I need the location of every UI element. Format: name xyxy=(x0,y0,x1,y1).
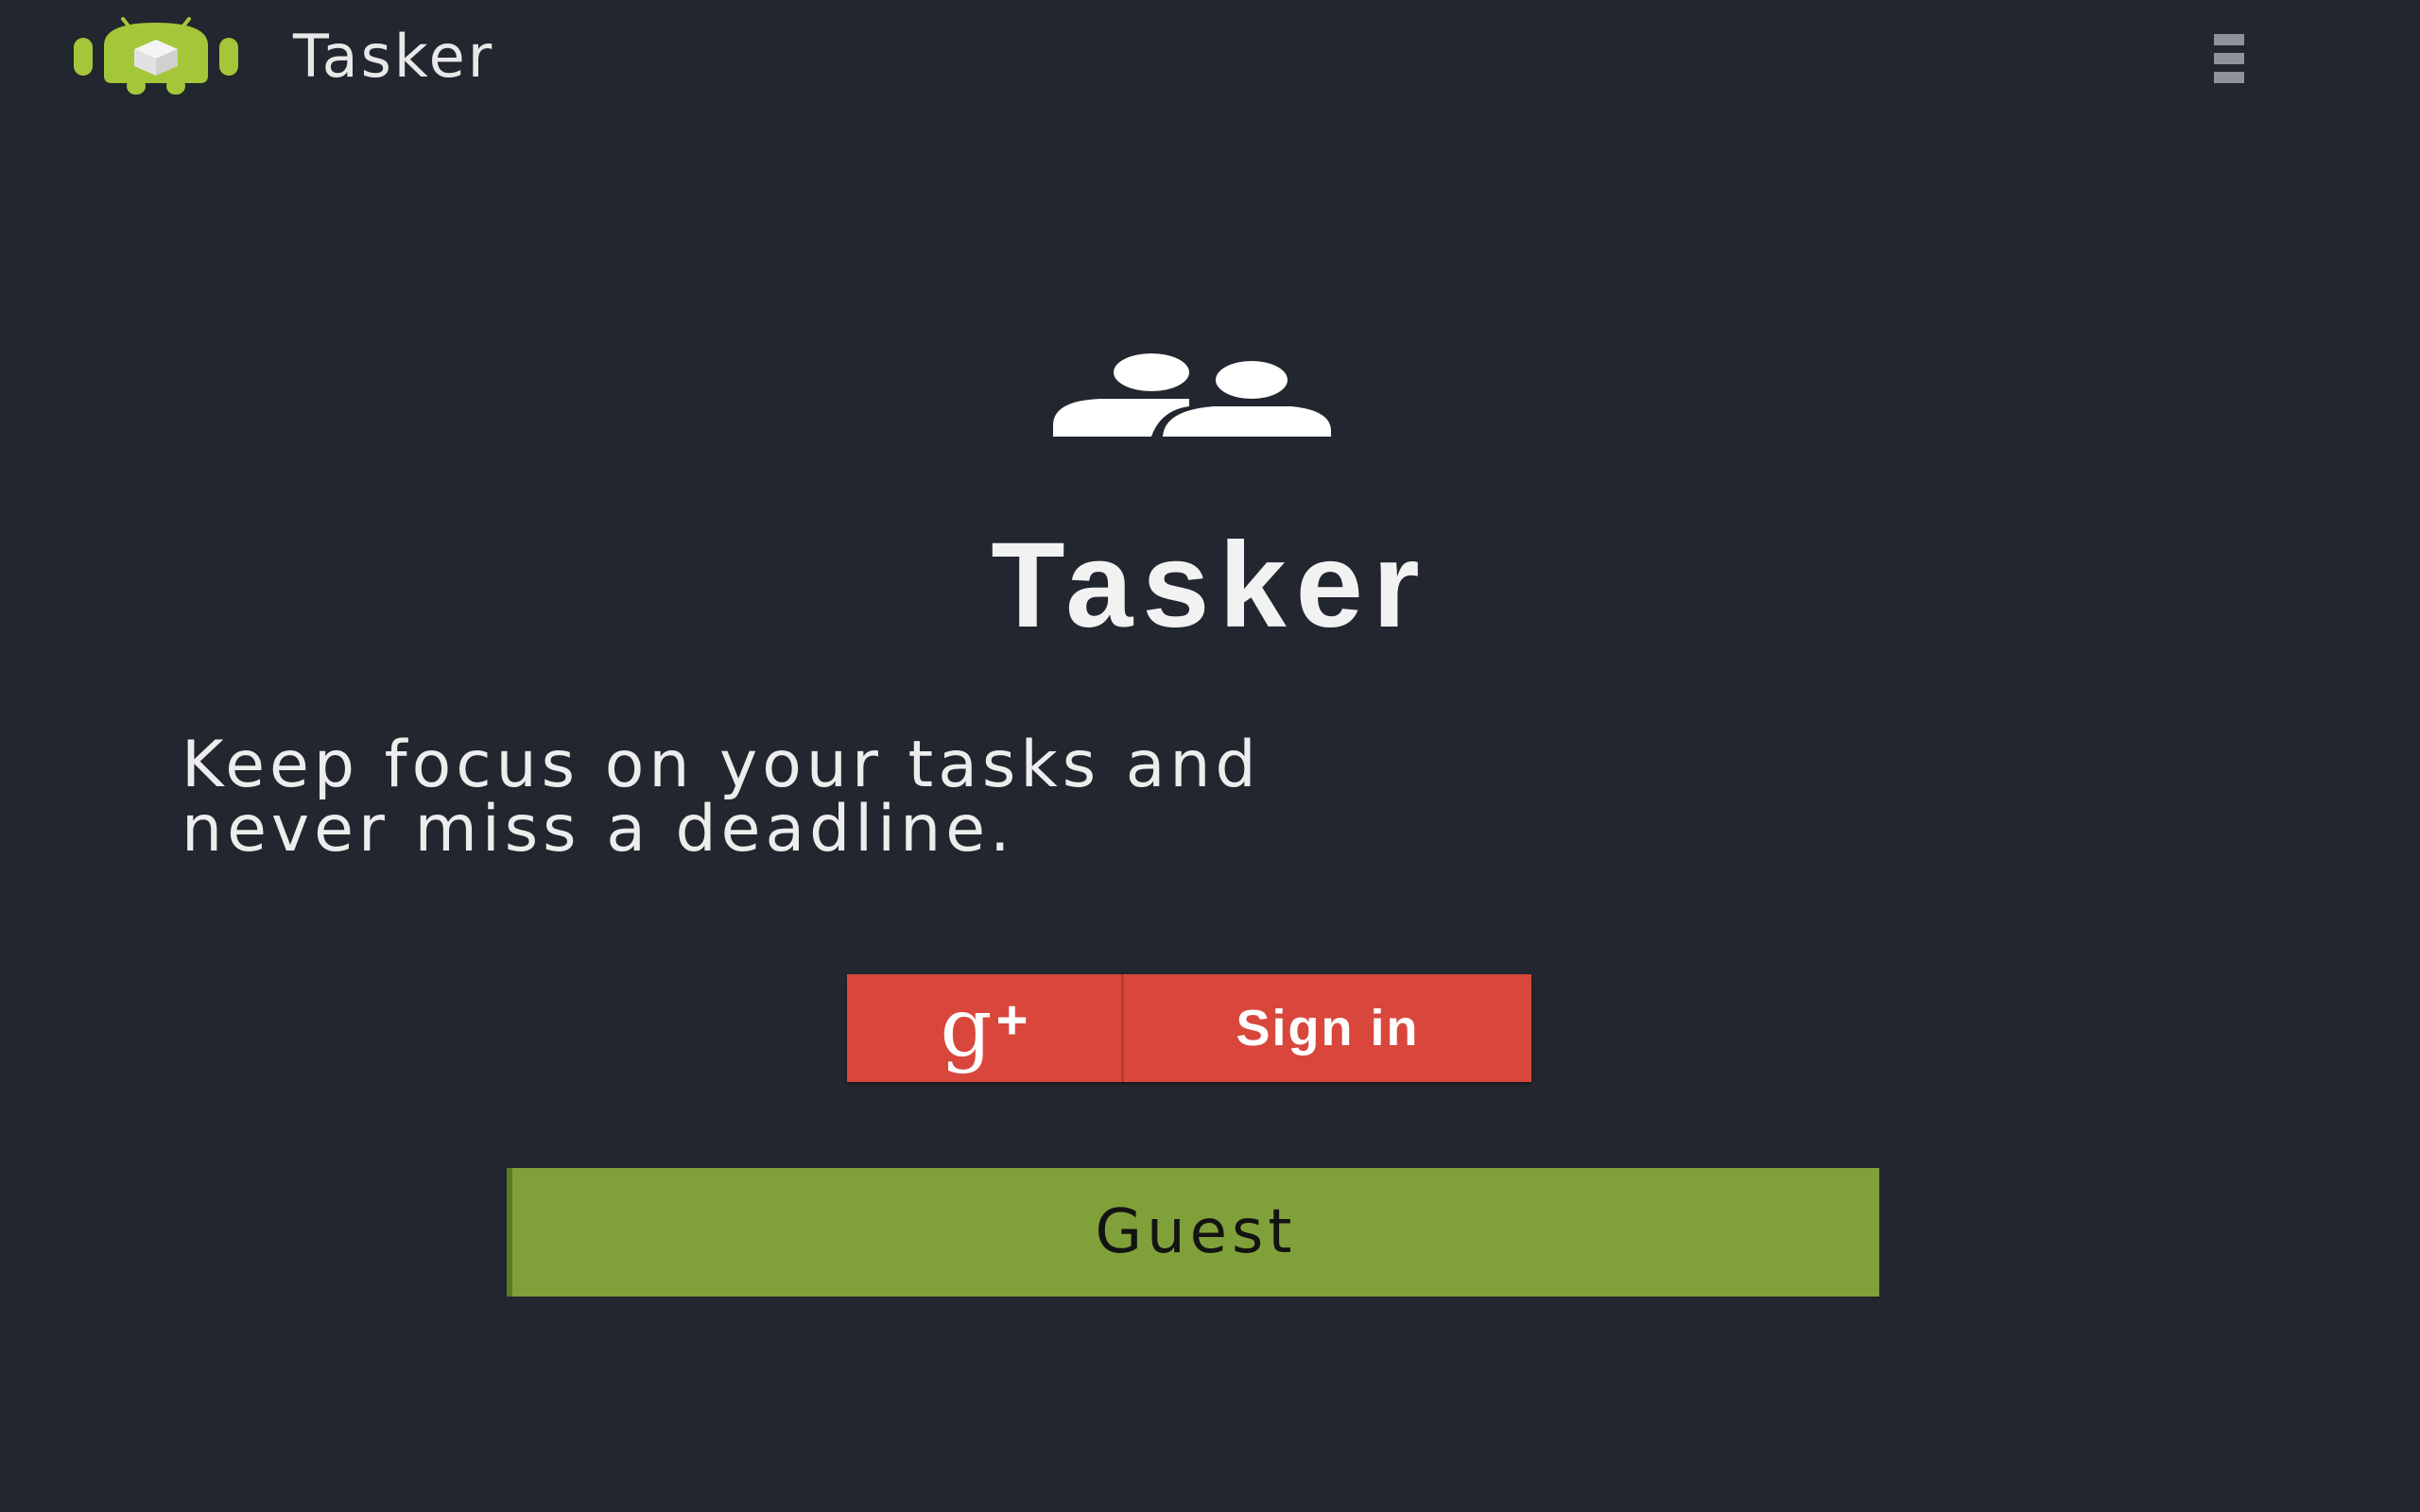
hero-title: Tasker xyxy=(991,518,1429,653)
overflow-menu-button[interactable] xyxy=(2199,21,2259,96)
guest-button[interactable]: Guest xyxy=(507,1168,1879,1297)
google-sign-in-button[interactable]: g + Sign in xyxy=(847,974,1531,1082)
screen: Tasker Tasker Keep focus on your tasks a… xyxy=(0,0,2420,1512)
action-bar: Tasker xyxy=(0,0,2420,117)
tagline: Keep focus on your tasks and never miss … xyxy=(182,733,2261,862)
tagline-line-2: never miss a deadline. xyxy=(182,792,1015,867)
google-plus-icon: g + xyxy=(847,974,1124,1082)
overflow-menu-icon xyxy=(2214,34,2244,83)
tagline-line-1: Keep focus on your tasks and xyxy=(182,728,1261,802)
people-icon xyxy=(1047,352,1331,446)
google-sign-in-label: Sign in xyxy=(1236,1000,1420,1057)
app-title: Tasker xyxy=(293,22,495,91)
android-robot-icon[interactable] xyxy=(72,17,240,94)
